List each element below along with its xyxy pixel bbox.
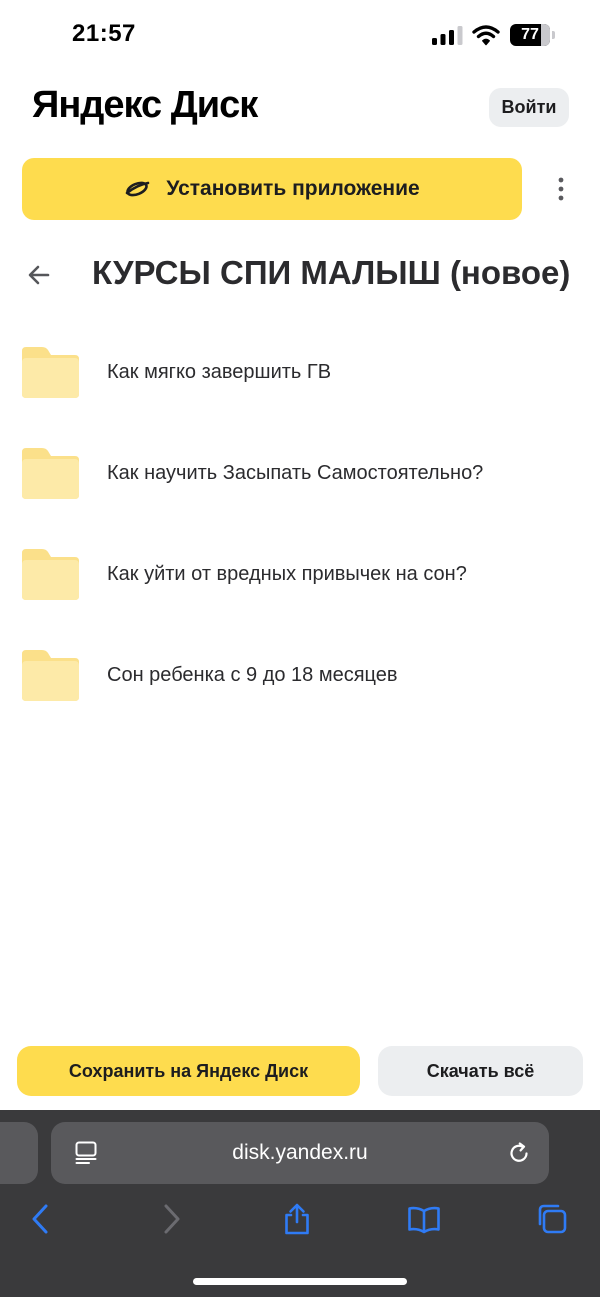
- save-to-disk-button[interactable]: Сохранить на Яндекс Диск: [17, 1046, 360, 1096]
- reload-icon[interactable]: [507, 1141, 531, 1165]
- tabs-icon[interactable]: [535, 1202, 569, 1236]
- previous-tab-peek[interactable]: [0, 1122, 38, 1184]
- download-all-button[interactable]: Скачать всё: [378, 1046, 583, 1096]
- arrow-left-icon[interactable]: [26, 262, 52, 288]
- folder-item-name: Сон ребенка с 9 до 18 месяцев: [107, 664, 398, 686]
- folder-item[interactable]: Сон ребенка с 9 до 18 месяцев: [0, 628, 600, 729]
- yandex-disk-logo-icon: [126, 181, 150, 197]
- folder-item-name: Как научить Засыпать Самостоятельно?: [107, 462, 484, 484]
- battery-cap: [552, 31, 555, 39]
- folder-item[interactable]: Как научить Засыпать Самостоятельно?: [0, 426, 600, 527]
- folder-icon: [22, 549, 79, 600]
- wifi-icon: [472, 25, 500, 46]
- url-text: disk.yandex.ru: [232, 1141, 368, 1164]
- folder-item[interactable]: Как уйти от вредных привычек на сон?: [0, 527, 600, 628]
- home-indicator: [193, 1278, 407, 1285]
- install-app-button[interactable]: Установить приложение: [22, 158, 522, 220]
- status-time: 21:57: [72, 20, 136, 47]
- browser-toolbar: disk.yandex.ru: [0, 1110, 600, 1297]
- folder-icon: [22, 650, 79, 701]
- folder-item-name: Как мягко завершить ГВ: [107, 361, 332, 383]
- more-vertical-icon[interactable]: [546, 174, 576, 204]
- login-button[interactable]: Войти: [489, 88, 569, 127]
- install-app-label: Установить приложение: [166, 177, 420, 200]
- back-icon[interactable]: [24, 1202, 58, 1236]
- address-bar[interactable]: disk.yandex.ru: [51, 1122, 549, 1184]
- brand-title[interactable]: Яндекс Диск: [32, 84, 258, 127]
- status-bar: 21:57 77: [0, 0, 600, 70]
- bookmarks-icon[interactable]: [407, 1202, 441, 1236]
- share-icon[interactable]: [280, 1202, 314, 1236]
- folder-title: КУРСЫ СПИ МАЛЫШ (новое): [92, 254, 571, 291]
- folder-item-name: Как уйти от вредных привычек на сон?: [107, 563, 467, 585]
- folder-list: Как мягко завершить ГВ Как научить Засып…: [0, 325, 600, 729]
- battery-level: 77: [521, 26, 539, 43]
- folder-icon: [22, 347, 79, 398]
- cellular-signal-icon: [432, 26, 463, 45]
- battery-icon: 77: [510, 24, 556, 46]
- forward-icon[interactable]: [154, 1202, 188, 1236]
- folder-icon: [22, 448, 79, 499]
- folder-item[interactable]: Как мягко завершить ГВ: [0, 325, 600, 426]
